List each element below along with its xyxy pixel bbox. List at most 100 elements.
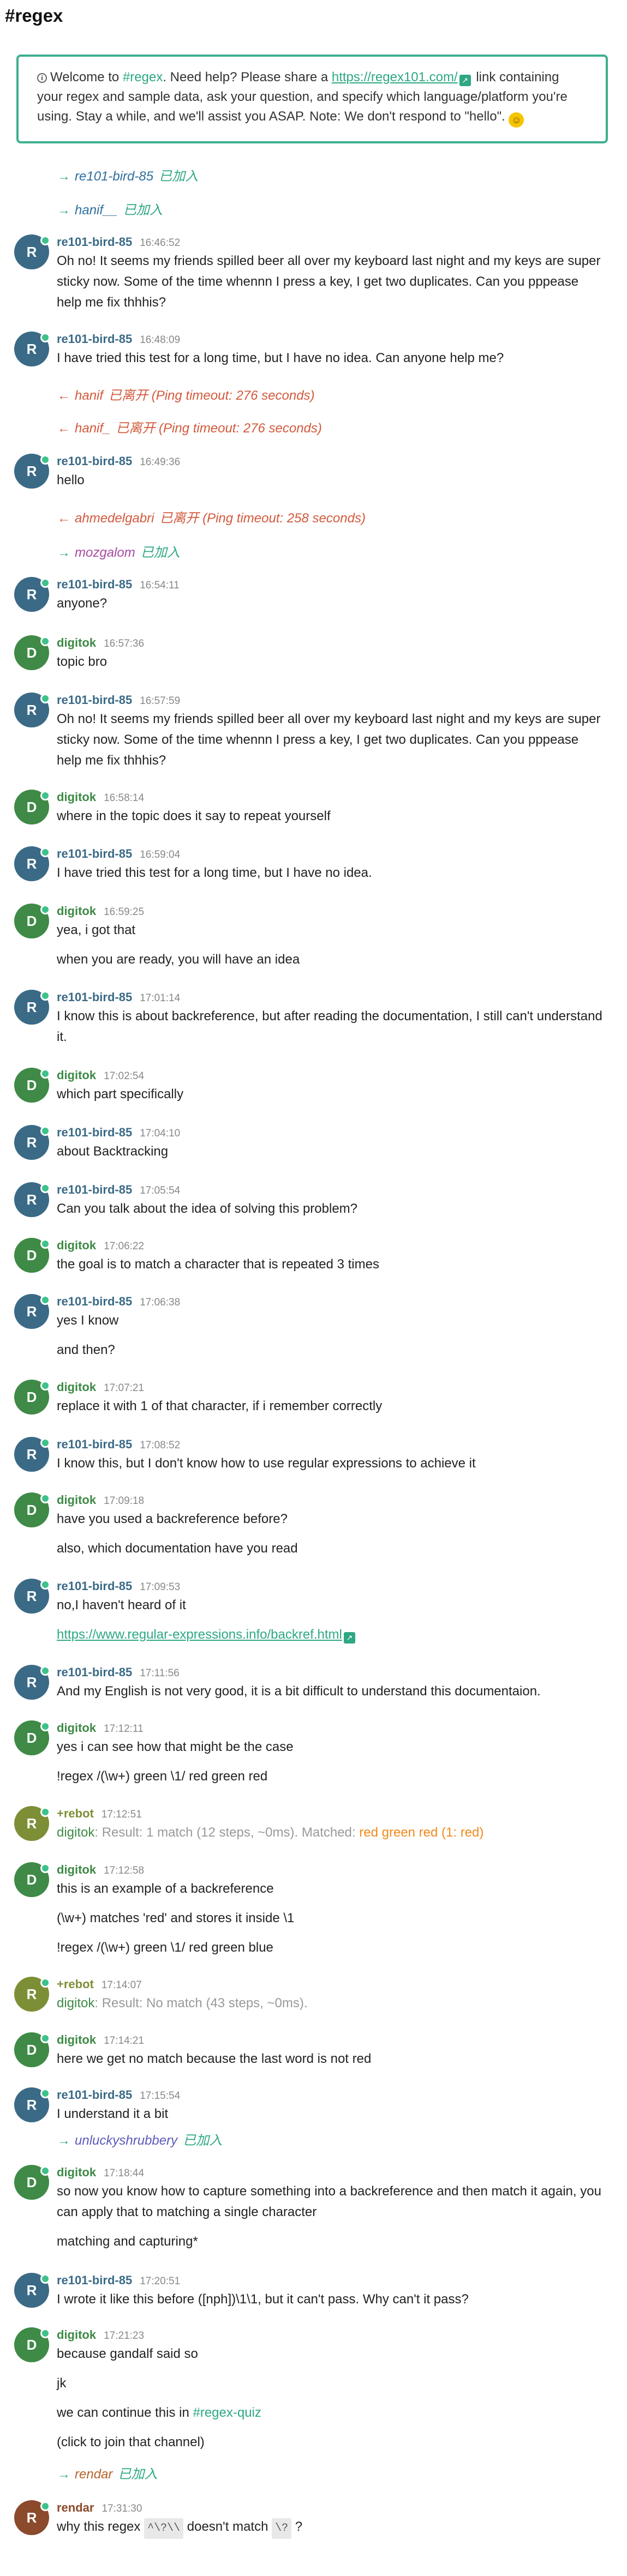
chat-page: #regex i Welcome to #regex. Need help? Pl… bbox=[0, 0, 627, 2576]
avatar[interactable]: R bbox=[14, 577, 50, 612]
avatar[interactable]: R bbox=[14, 1182, 50, 1217]
online-status-icon bbox=[40, 236, 50, 245]
avatar[interactable]: D bbox=[14, 2165, 50, 2200]
message-nick[interactable]: re101-bird-85 bbox=[57, 1579, 132, 1593]
online-status-icon bbox=[40, 1978, 50, 1988]
message-line: about Backtracking bbox=[57, 1144, 169, 1159]
avatar[interactable]: R bbox=[14, 1125, 50, 1160]
avatar[interactable]: D bbox=[14, 1862, 50, 1897]
event-join: → rendar 已加入 bbox=[57, 2467, 158, 2482]
avatar[interactable]: R bbox=[14, 1579, 50, 1614]
online-status-icon bbox=[40, 1239, 50, 1249]
message-line: I understand it a bit bbox=[57, 2106, 169, 2121]
message-time: 17:04:10 bbox=[140, 1128, 181, 1139]
avatar[interactable]: R bbox=[14, 1977, 50, 2012]
message-line: doesn't match bbox=[183, 2519, 272, 2534]
message-nick[interactable]: digitok bbox=[57, 1380, 96, 1394]
message-line: topic bro bbox=[57, 654, 108, 669]
event-part: ← hanif_ 已离开 (Ping timeout: 276 seconds) bbox=[57, 421, 322, 436]
event-nick[interactable]: unluckyshrubbery bbox=[75, 2133, 177, 2148]
message-link[interactable]: https://www.regular-expressions.info/bac… bbox=[57, 1627, 342, 1642]
avatar[interactable]: R bbox=[14, 1437, 50, 1472]
message-nick[interactable]: re101-bird-85 bbox=[57, 1183, 132, 1196]
topic-url-link[interactable]: https://regex101.com/ bbox=[332, 70, 458, 85]
message-nick[interactable]: re101-bird-85 bbox=[57, 693, 132, 707]
message-nick[interactable]: re101-bird-85 bbox=[57, 577, 132, 591]
external-link-icon[interactable]: ↗ bbox=[459, 75, 471, 86]
message-nick[interactable]: +rebot bbox=[57, 1977, 94, 1991]
message-nick[interactable]: +rebot bbox=[57, 1807, 94, 1820]
message-nick[interactable]: re101-bird-85 bbox=[57, 1665, 132, 1679]
message-time: 17:06:38 bbox=[140, 1297, 181, 1308]
message-line: (click to join that channel) bbox=[57, 2435, 205, 2449]
avatar[interactable]: D bbox=[14, 1720, 50, 1755]
message-nick[interactable]: digitok bbox=[57, 904, 96, 918]
event-nick[interactable]: hanif_ bbox=[75, 421, 110, 436]
message-line: have you used a backreference before? bbox=[57, 1512, 288, 1526]
topic-channel-link[interactable]: #regex bbox=[123, 70, 163, 85]
message-nick[interactable]: re101-bird-85 bbox=[57, 1437, 132, 1451]
avatar[interactable]: R bbox=[14, 1294, 50, 1329]
event-part: ← hanif 已离开 (Ping timeout: 276 seconds) bbox=[57, 388, 315, 403]
message-nick[interactable]: digitok bbox=[57, 1863, 96, 1876]
avatar[interactable]: R bbox=[14, 2273, 50, 2308]
online-status-icon bbox=[40, 578, 50, 588]
message-nick[interactable]: digitok bbox=[57, 1721, 96, 1735]
avatar[interactable]: D bbox=[14, 1492, 50, 1527]
message-nick[interactable]: digitok bbox=[57, 790, 96, 804]
message-nick[interactable]: digitok bbox=[57, 1493, 96, 1507]
online-status-icon bbox=[40, 636, 50, 646]
event-nick[interactable]: hanif__ bbox=[75, 203, 118, 218]
message-nick[interactable]: re101-bird-85 bbox=[57, 847, 132, 860]
avatar[interactable]: D bbox=[14, 790, 50, 824]
message-nick[interactable]: digitok bbox=[57, 636, 96, 649]
message-line: I know this is about backreference, but … bbox=[57, 1009, 602, 1024]
message-nick[interactable]: digitok bbox=[57, 1068, 96, 1082]
event-nick[interactable]: hanif bbox=[75, 388, 103, 403]
message-nick[interactable]: digitok bbox=[57, 1238, 96, 1252]
event-nick[interactable]: re101-bird-85 bbox=[75, 169, 153, 184]
message-time: 16:54:11 bbox=[140, 580, 180, 591]
online-status-icon bbox=[40, 991, 50, 1001]
message-time: 16:46:52 bbox=[140, 237, 181, 249]
avatar[interactable]: R bbox=[14, 846, 50, 881]
message-nick[interactable]: re101-bird-85 bbox=[57, 990, 132, 1004]
message-nick[interactable]: re101-bird-85 bbox=[57, 2088, 132, 2102]
message-nick[interactable]: re101-bird-85 bbox=[57, 2273, 132, 2287]
avatar[interactable]: R bbox=[14, 2500, 50, 2535]
avatar[interactable]: D bbox=[14, 1380, 50, 1415]
avatar[interactable]: R bbox=[14, 2087, 50, 2122]
avatar[interactable]: D bbox=[14, 1068, 50, 1103]
avatar[interactable]: R bbox=[14, 234, 50, 269]
message-line: so now you know how to capture something… bbox=[57, 2184, 601, 2199]
avatar[interactable]: D bbox=[14, 1238, 50, 1273]
avatar[interactable]: R bbox=[14, 1806, 50, 1841]
message-nick[interactable]: rendar bbox=[57, 2501, 94, 2514]
avatar[interactable]: D bbox=[14, 2327, 50, 2362]
message-nick[interactable]: digitok bbox=[57, 2165, 96, 2179]
message-nick[interactable]: re101-bird-85 bbox=[57, 235, 132, 249]
message-nick[interactable]: digitok bbox=[57, 2033, 96, 2047]
message-nick[interactable]: re101-bird-85 bbox=[57, 1295, 132, 1308]
message-nick[interactable]: re101-bird-85 bbox=[57, 1126, 132, 1139]
channel-link[interactable]: #regex-quiz bbox=[193, 2405, 261, 2420]
avatar[interactable]: R bbox=[14, 693, 50, 727]
event-nick[interactable]: rendar bbox=[75, 2467, 112, 2482]
online-status-icon bbox=[40, 1807, 50, 1817]
message-time: 17:12:51 bbox=[101, 1809, 142, 1820]
avatar[interactable]: D bbox=[14, 635, 50, 670]
avatar[interactable]: R bbox=[14, 332, 50, 366]
message-nick[interactable]: digitok bbox=[57, 2328, 96, 2342]
avatar[interactable]: R bbox=[14, 454, 50, 489]
message-time: 17:31:30 bbox=[101, 2503, 142, 2514]
message-nick[interactable]: re101-bird-85 bbox=[57, 332, 132, 346]
online-status-icon bbox=[40, 1126, 50, 1136]
message-nick[interactable]: re101-bird-85 bbox=[57, 454, 132, 468]
event-nick[interactable]: ahmedelgabri bbox=[75, 511, 154, 526]
event-nick[interactable]: mozgalom bbox=[75, 545, 135, 560]
avatar[interactable]: D bbox=[14, 2032, 50, 2067]
avatar[interactable]: R bbox=[14, 990, 50, 1025]
avatar[interactable]: D bbox=[14, 904, 50, 938]
avatar[interactable]: R bbox=[14, 1665, 50, 1700]
external-link-icon[interactable]: ↗ bbox=[343, 1632, 355, 1644]
